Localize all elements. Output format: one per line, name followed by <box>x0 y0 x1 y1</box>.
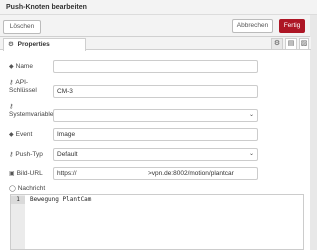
key-icon: ⚷ <box>9 152 14 158</box>
dialog-title: Push-Knoten bearbeiten <box>0 0 317 15</box>
api-key-input[interactable]: CM-3 <box>53 85 258 98</box>
name-input[interactable] <box>53 60 258 73</box>
line-number: 1 <box>11 196 25 204</box>
scrollbar[interactable] <box>310 15 317 250</box>
event-label: ◆ Event <box>9 131 33 138</box>
event-input[interactable]: Image <box>53 128 258 141</box>
editor-code[interactable]: Bewegung PlantCam <box>30 196 91 204</box>
tag-icon: ◆ <box>9 64 14 70</box>
api-key-label: ⚷ API- Schlüssel <box>9 79 37 94</box>
chevron-down-icon: ⌄ <box>248 112 254 118</box>
cancel-button[interactable]: Abbrechen <box>232 19 273 33</box>
gear-icon: ⚙ <box>8 41 14 48</box>
appearance-tab-icon[interactable]: ▨ <box>299 38 309 50</box>
done-button[interactable]: Fertig <box>279 19 305 33</box>
key-icon: ⚷ <box>9 104 14 110</box>
push-type-label: ⚷ Push-Typ <box>9 151 43 158</box>
settings-tab-icon[interactable]: ⚙ <box>271 38 283 50</box>
tab-properties-label: Properties <box>17 41 50 48</box>
description-tab-icon[interactable]: ▤ <box>285 38 297 50</box>
tab-properties[interactable]: ⚙ Properties <box>3 38 86 51</box>
tag-icon: ◆ <box>9 132 14 138</box>
message-label: ◯ Nachricht <box>9 185 46 192</box>
comment-icon: ◯ <box>9 186 16 192</box>
message-editor[interactable]: 1 Bewegung PlantCam <box>10 194 304 250</box>
image-url-input[interactable]: https:// >vpn.de:8002/motion/plantcar <box>53 167 258 180</box>
image-icon: ▣ <box>9 171 15 177</box>
delete-button[interactable]: Löschen <box>3 20 41 34</box>
key-icon: ⚷ <box>9 80 14 86</box>
push-type-select[interactable]: Default ⌄ <box>53 148 258 161</box>
system-variable-label: ⚷ Systemvariable <box>9 104 54 118</box>
chevron-down-icon: ⌄ <box>248 151 254 157</box>
image-url-label: ▣ Bild-URL <box>9 170 43 177</box>
name-label: ◆ Name <box>9 63 33 70</box>
system-variable-select[interactable]: ⌄ <box>53 109 258 122</box>
